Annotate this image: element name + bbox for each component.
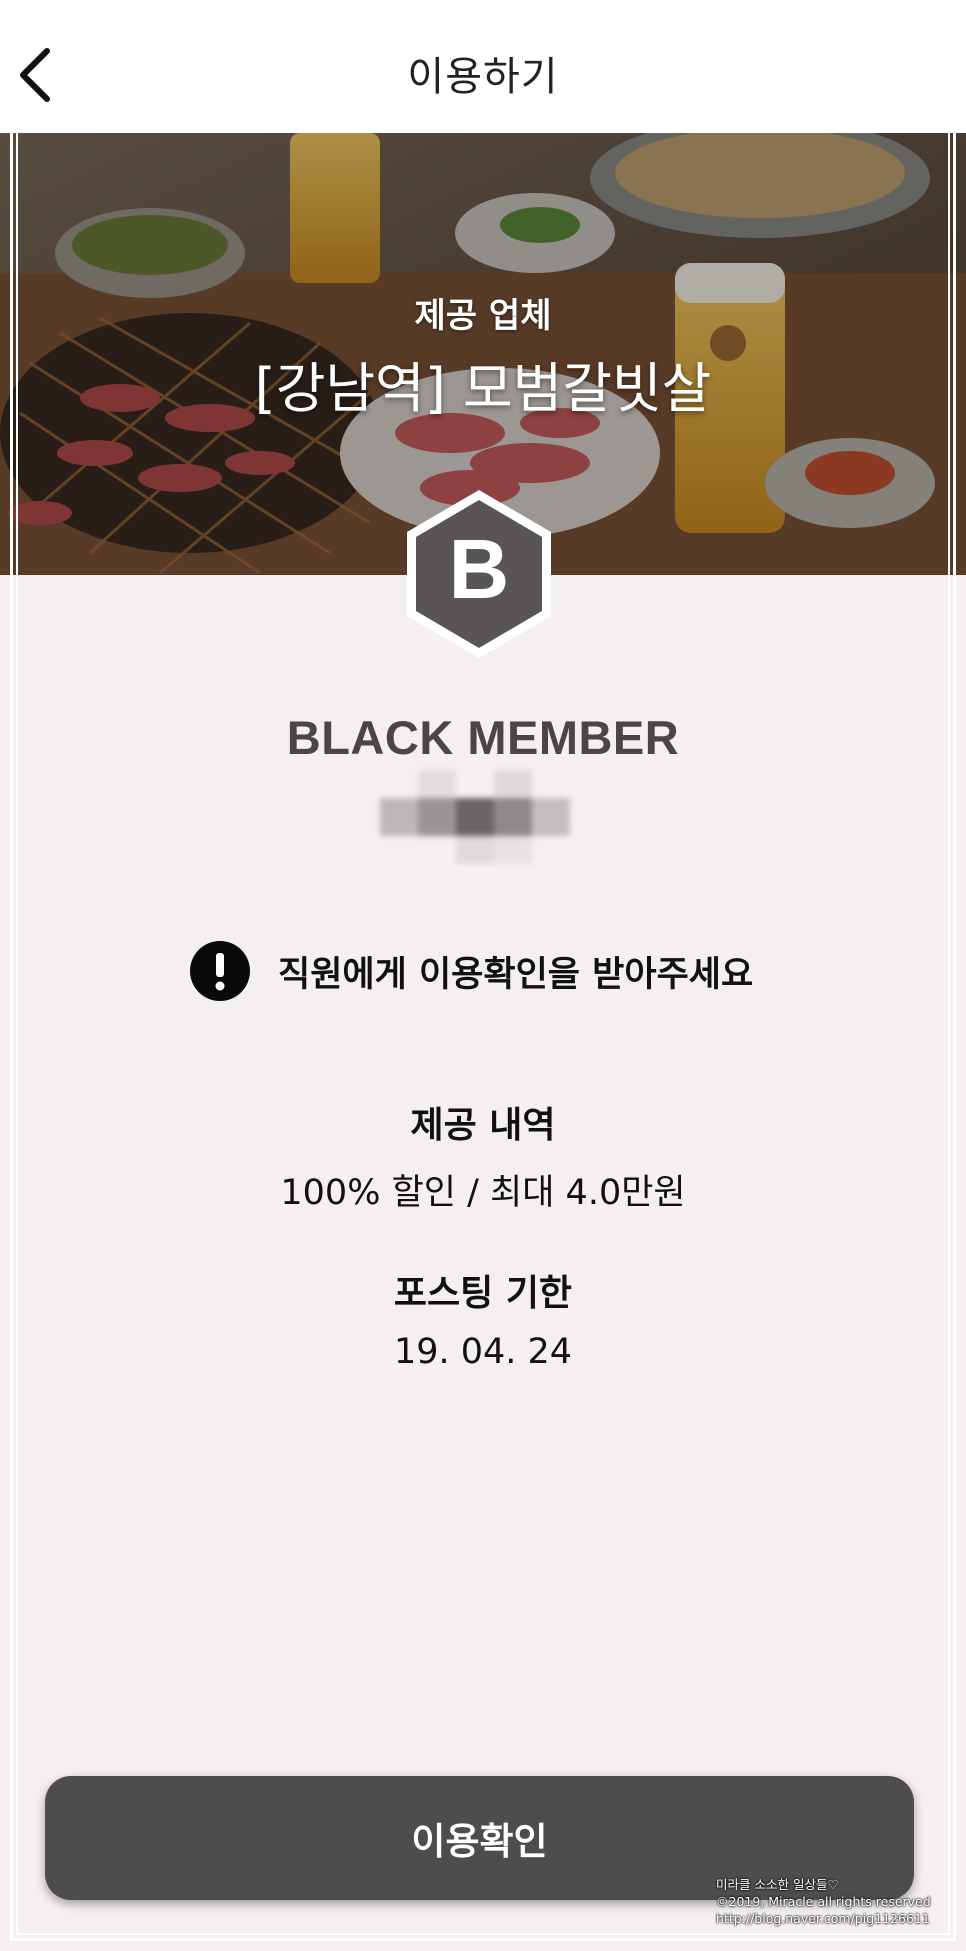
offer-value: 100% 할인 / 최대 4.0만원 (280, 1173, 686, 1213)
top-app-bar: 이용하기 (0, 0, 966, 133)
provider-label: 제공 업체 (414, 296, 552, 336)
blurred-member-name (380, 760, 572, 874)
exclamation-circle-icon (190, 941, 250, 1001)
blog-watermark: 미라클 소소한 일상들♡ ©2019, Miracle all rights r… (716, 1876, 931, 1927)
watermark-line-2: ©2019, Miracle all rights reserved (716, 1894, 931, 1909)
posting-deadline-label: 포스팅 기한 (393, 1273, 573, 1314)
member-grade-title: BLACK MEMBER (286, 711, 680, 764)
confirm-use-button-label: 이용확인 (411, 1820, 548, 1863)
page-title: 이용하기 (407, 54, 559, 100)
badge-letter: B (449, 522, 510, 616)
watermark-line-1: 미라클 소소한 일상들♡ (716, 1877, 839, 1892)
member-grade-badge: B (405, 488, 553, 660)
offer-label: 제공 내역 (410, 1105, 556, 1146)
staff-confirm-notice: 직원에게 이용확인을 받아주세요 (190, 940, 753, 1002)
notice-text: 직원에게 이용확인을 받아주세요 (278, 954, 754, 995)
provider-name: [강남역] 모범갈빗살 (254, 357, 712, 420)
watermark-line-3: http://blog.naver.com/pig1126611 (716, 1911, 930, 1926)
posting-deadline-value: 19. 04. 24 (393, 1332, 573, 1372)
